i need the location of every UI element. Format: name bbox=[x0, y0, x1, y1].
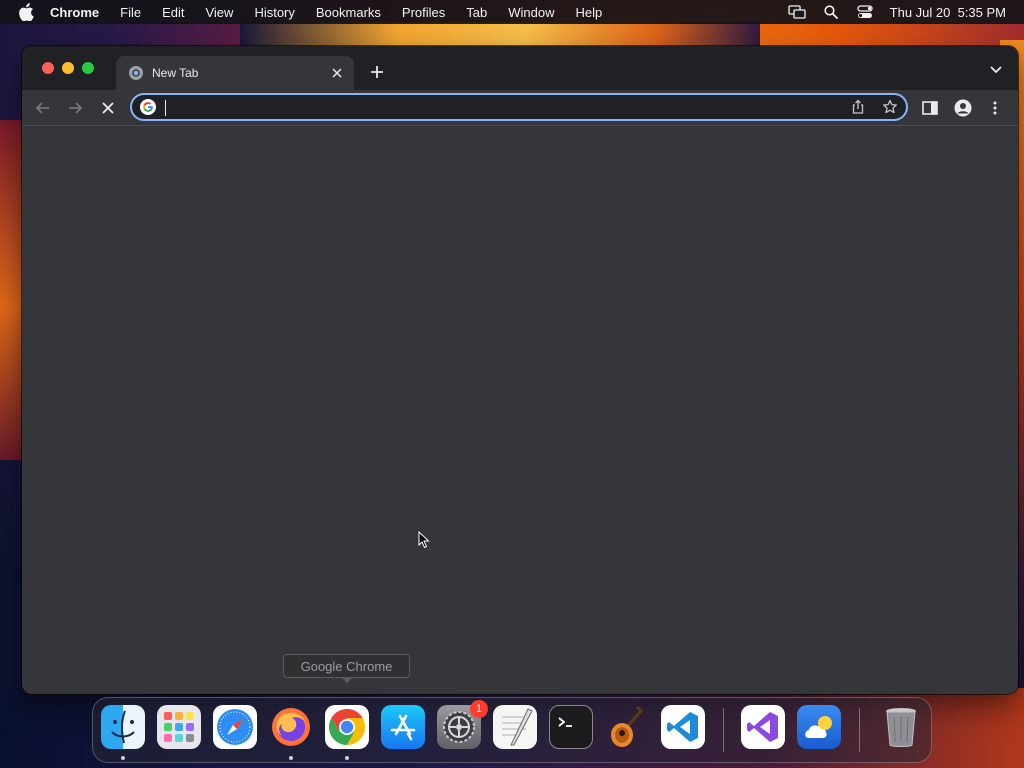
new-tab-button[interactable] bbox=[366, 61, 388, 83]
back-icon[interactable] bbox=[33, 98, 53, 118]
mouse-cursor-icon bbox=[418, 530, 430, 549]
dock-trash-icon[interactable] bbox=[879, 705, 923, 749]
spotlight-search-icon[interactable] bbox=[822, 3, 840, 21]
text-caret bbox=[165, 100, 166, 116]
dock-tooltip-arrow bbox=[341, 677, 353, 683]
page-content[interactable] bbox=[22, 127, 1018, 694]
dock-textedit-icon[interactable] bbox=[493, 705, 537, 749]
chrome-new-tab-icon bbox=[128, 65, 144, 81]
dock-weather-icon[interactable] bbox=[797, 705, 841, 749]
menu-file[interactable]: File bbox=[120, 5, 141, 20]
dock-visual-studio-icon[interactable] bbox=[741, 705, 785, 749]
dock-finder-running-dot bbox=[121, 756, 125, 760]
tab-new-tab[interactable]: New Tab bbox=[116, 56, 354, 90]
menu-bar-clock[interactable]: Thu Jul 20 5:35 PM bbox=[890, 5, 1006, 20]
system-settings-badge: 1 bbox=[470, 700, 488, 718]
menu-history[interactable]: History bbox=[254, 5, 294, 20]
dock-app-store-icon[interactable] bbox=[381, 705, 425, 749]
menu-bar-status: Thu Jul 20 5:35 PM bbox=[788, 0, 1006, 24]
dock-separator bbox=[723, 708, 724, 752]
screen-mirroring-icon[interactable] bbox=[788, 3, 806, 21]
menu-tab[interactable]: Tab bbox=[466, 5, 487, 20]
menu-help[interactable]: Help bbox=[576, 5, 603, 20]
toolbar bbox=[22, 90, 1018, 126]
profile-icon[interactable] bbox=[953, 98, 973, 118]
window-zoom-button[interactable] bbox=[82, 62, 94, 74]
dock-firefox-running-dot bbox=[289, 756, 293, 760]
dock bbox=[92, 697, 932, 763]
menu-window[interactable]: Window bbox=[508, 5, 554, 20]
menu-view[interactable]: View bbox=[205, 5, 233, 20]
control-center-icon[interactable] bbox=[856, 3, 874, 21]
share-icon[interactable] bbox=[850, 99, 866, 115]
dock-firefox-icon[interactable] bbox=[269, 705, 313, 749]
menu-profiles[interactable]: Profiles bbox=[402, 5, 445, 20]
menu-bar: Chrome File Edit View History Bookmarks … bbox=[0, 0, 1024, 24]
dock-safari-icon[interactable] bbox=[213, 705, 257, 749]
tab-close-icon[interactable] bbox=[328, 64, 346, 82]
menu-app-name[interactable]: Chrome bbox=[50, 5, 99, 20]
menu-icon[interactable] bbox=[985, 98, 1005, 118]
tab-title: New Tab bbox=[152, 66, 199, 80]
dock-vscode-icon[interactable] bbox=[661, 705, 705, 749]
dock-separator-trash bbox=[859, 708, 860, 752]
dock-chrome-running-dot bbox=[345, 756, 349, 760]
side-panel-icon[interactable] bbox=[920, 98, 940, 118]
google-icon bbox=[140, 99, 156, 115]
chrome-window: New Tab bbox=[22, 46, 1018, 694]
dock-finder-icon[interactable] bbox=[101, 705, 145, 749]
dock-chrome-icon[interactable] bbox=[325, 705, 369, 749]
menu-edit[interactable]: Edit bbox=[162, 5, 184, 20]
tab-strip: New Tab bbox=[22, 46, 1018, 90]
dock-launchpad-icon[interactable] bbox=[157, 705, 201, 749]
tab-search-chevron-icon[interactable] bbox=[988, 62, 1004, 78]
window-minimize-button[interactable] bbox=[62, 62, 74, 74]
address-input[interactable] bbox=[164, 97, 804, 117]
menu-bookmarks[interactable]: Bookmarks bbox=[316, 5, 381, 20]
stop-loading-icon[interactable] bbox=[98, 98, 118, 118]
address-bar[interactable] bbox=[130, 93, 908, 121]
dock-garageband-icon[interactable] bbox=[605, 705, 649, 749]
apple-icon[interactable] bbox=[18, 3, 36, 21]
window-close-button[interactable] bbox=[42, 62, 54, 74]
dock-tooltip: Google Chrome bbox=[283, 654, 410, 678]
bookmark-star-icon[interactable] bbox=[882, 99, 898, 115]
dock-terminal-icon[interactable] bbox=[549, 705, 593, 749]
forward-icon[interactable] bbox=[65, 98, 85, 118]
